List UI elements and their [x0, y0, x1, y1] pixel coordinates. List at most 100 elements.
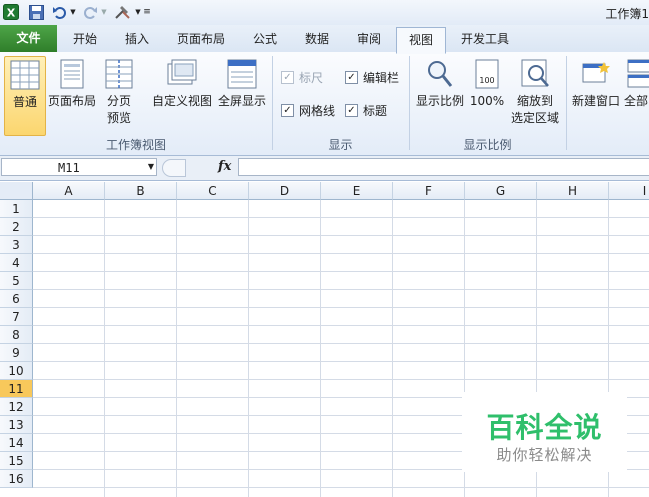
tab-developer[interactable]: 开发工具 [452, 28, 518, 51]
ruler-checkbox-row[interactable]: ✓ 标尺 [281, 68, 323, 86]
formula-bar-expander[interactable] [162, 159, 186, 177]
row-header-8[interactable]: 8 [0, 326, 33, 344]
arrange-all-button[interactable]: 全部 [624, 56, 649, 134]
select-all-corner[interactable] [0, 182, 33, 200]
tab-home[interactable]: 开始 [62, 28, 108, 51]
row-header-4[interactable]: 4 [0, 254, 33, 272]
full-screen-button[interactable]: 全屏显示 [215, 56, 269, 134]
headings-checkbox-row[interactable]: ✓ 标题 [345, 101, 387, 119]
headings-label: 标题 [363, 103, 388, 118]
ribbon-view: 普通 页面布局 分页 预览 自定义视图 全屏显示 工作簿视图 ✓ 标尺 ✓ 编辑… [0, 52, 649, 156]
zoom-selection-label-1: 缩放到 [516, 94, 553, 108]
column-header-a[interactable]: A [33, 182, 105, 200]
redo-dropdown-icon[interactable]: ▼ [100, 3, 108, 21]
page-layout-view-icon [60, 59, 84, 89]
name-box[interactable]: M11 [1, 158, 157, 176]
zoom-selection-label-2: 选定区域 [510, 111, 559, 125]
gridlines-checkbox[interactable]: ✓ [281, 103, 294, 117]
zoom-label: 显示比例 [415, 94, 464, 108]
gridline-horizontal [33, 217, 649, 218]
formula-input[interactable] [238, 158, 649, 176]
zoom-selection-icon [521, 59, 549, 87]
group-label-zoom: 显示比例 [463, 138, 512, 152]
name-box-dropdown-icon[interactable]: ▼ [146, 158, 156, 176]
zoom-button[interactable]: 显示比例 [414, 56, 466, 134]
magnifier-icon [428, 61, 453, 87]
row-header-10[interactable]: 10 [0, 362, 33, 380]
excel-logo-icon: X [2, 3, 20, 21]
column-header-b[interactable]: B [105, 182, 177, 200]
new-window-button[interactable]: 新建窗口 [570, 56, 622, 134]
new-window-label: 新建窗口 [571, 94, 620, 108]
formula-bar-label: 编辑栏 [363, 70, 400, 85]
row-header-6[interactable]: 6 [0, 290, 33, 308]
tab-page-layout[interactable]: 页面布局 [166, 28, 236, 51]
custom-views-label: 自定义视图 [151, 94, 212, 108]
normal-view-label: 普通 [12, 95, 37, 109]
column-header-f[interactable]: F [393, 182, 465, 200]
column-header-i[interactable]: I [609, 182, 649, 200]
zoom-100-button[interactable]: 100 100% [468, 56, 506, 134]
group-label-workbook-views: 工作簿视图 [105, 138, 166, 152]
page-break-label-2: 预览 [106, 111, 131, 125]
row-header-9[interactable]: 9 [0, 344, 33, 362]
gridline-horizontal [33, 343, 649, 344]
gridline-horizontal [33, 487, 649, 488]
row-header-3[interactable]: 3 [0, 236, 33, 254]
row-header-12[interactable]: 12 [0, 398, 33, 416]
undo-icon[interactable] [50, 3, 68, 21]
headings-checkbox[interactable]: ✓ [345, 103, 358, 117]
row-header-14[interactable]: 14 [0, 434, 33, 452]
formula-bar-checkbox[interactable]: ✓ [345, 70, 358, 84]
insert-function-icon[interactable]: fx [218, 159, 231, 174]
redo-icon[interactable] [81, 3, 99, 21]
normal-view-button[interactable]: 普通 [4, 56, 46, 136]
column-header-h[interactable]: H [537, 182, 609, 200]
gridlines-checkbox-row[interactable]: ✓ 网格线 [281, 101, 335, 119]
group-label-show: 显示 [328, 138, 353, 152]
column-header-d[interactable]: D [249, 182, 321, 200]
quick-access-toolbar: X ▼ ▼ ▼ ≡ 工作簿1 [0, 0, 649, 25]
row-header-2[interactable]: 2 [0, 218, 33, 236]
page-break-preview-button[interactable]: 分页 预览 [100, 56, 138, 134]
column-header-g[interactable]: G [465, 182, 537, 200]
tools-icon[interactable] [113, 3, 133, 21]
tab-formulas[interactable]: 公式 [242, 28, 288, 51]
gridline-vertical [104, 200, 105, 497]
row-header-16[interactable]: 16 [0, 470, 33, 488]
tab-insert[interactable]: 插入 [114, 28, 160, 51]
gridline-horizontal [33, 253, 649, 254]
gridline-horizontal [33, 289, 649, 290]
gridline-vertical [248, 200, 249, 497]
save-icon[interactable] [27, 3, 45, 21]
row-header-1[interactable]: 1 [0, 200, 33, 218]
row-header-11[interactable]: 11 [0, 380, 33, 398]
tools-dropdown-icon[interactable]: ▼ [134, 3, 142, 21]
formula-bar-checkbox-row[interactable]: ✓ 编辑栏 [345, 68, 399, 86]
window-title: 工作簿1 [605, 7, 649, 21]
tab-review[interactable]: 审阅 [346, 28, 392, 51]
ruler-checkbox[interactable]: ✓ [281, 70, 294, 84]
customize-qat-icon[interactable]: ≡ [142, 3, 152, 21]
row-header-15[interactable]: 15 [0, 452, 33, 470]
page-layout-view-button[interactable]: 页面布局 [46, 56, 98, 134]
column-header-c[interactable]: C [177, 182, 249, 200]
row-header-7[interactable]: 7 [0, 308, 33, 326]
normal-view-icon [10, 60, 40, 90]
tab-view[interactable]: 视图 [396, 27, 446, 54]
gridline-horizontal [33, 325, 649, 326]
row-header-13[interactable]: 13 [0, 416, 33, 434]
gridlines-label: 网格线 [299, 103, 336, 118]
full-screen-icon [227, 59, 257, 89]
group-separator [566, 56, 567, 150]
svg-text:100: 100 [479, 76, 494, 85]
row-header-5[interactable]: 5 [0, 272, 33, 290]
formula-bar: M11 ▼ fx [0, 156, 649, 181]
undo-dropdown-icon[interactable]: ▼ [69, 3, 77, 21]
ruler-label: 标尺 [299, 70, 324, 85]
column-header-e[interactable]: E [321, 182, 393, 200]
custom-views-button[interactable]: 自定义视图 [149, 56, 215, 134]
zoom-to-selection-button[interactable]: 缩放到 选定区域 [508, 56, 562, 134]
tab-file[interactable]: 文件 [0, 25, 57, 52]
tab-data[interactable]: 数据 [294, 28, 340, 51]
